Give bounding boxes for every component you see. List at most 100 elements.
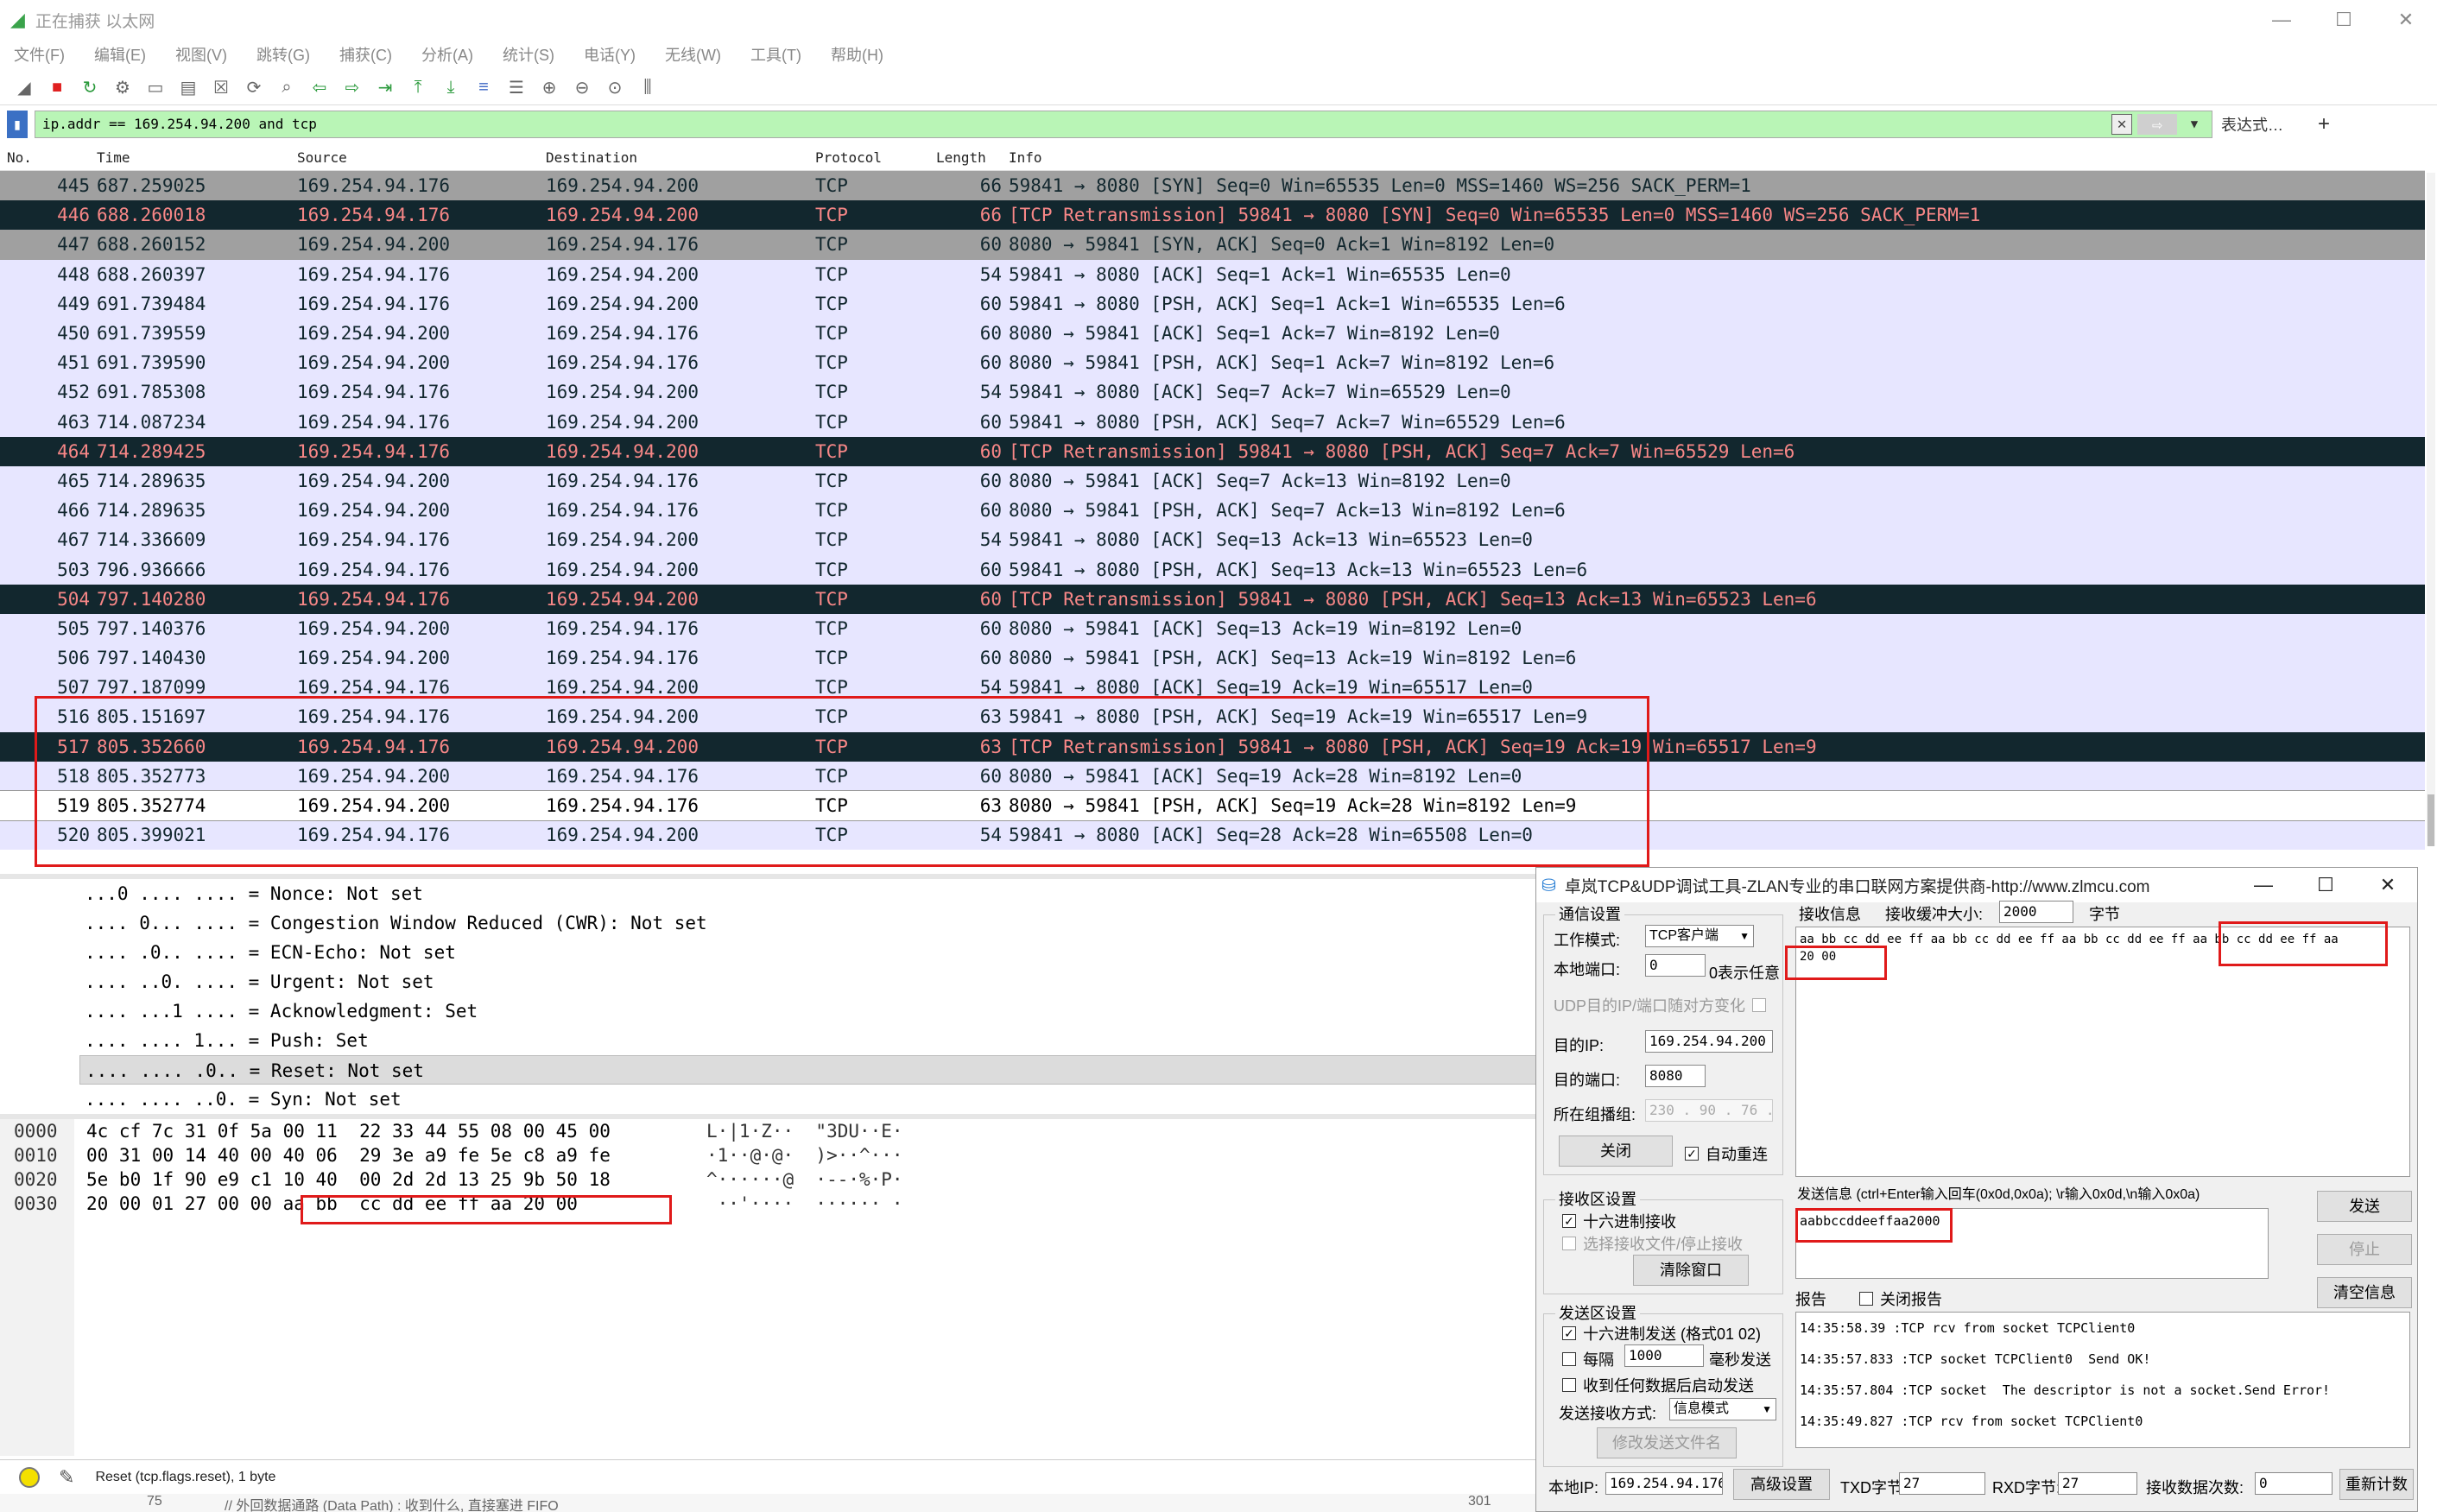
expression-button[interactable]: 表达式… — [2221, 113, 2283, 136]
close-connection-button[interactable]: 关闭 — [1559, 1136, 1673, 1167]
col-no[interactable]: No. — [0, 149, 97, 166]
detail-line[interactable]: .... ..0. .... = Urgent: Not set — [0, 967, 1537, 996]
col-protocol[interactable]: Protocol — [815, 149, 936, 166]
packet-row[interactable]: 520 805.399021 169.254.94.176 169.254.94.20… — [0, 820, 2425, 851]
packet-row[interactable]: 451 691.739590 169.254.94.200 169.254.94.17… — [0, 348, 2425, 378]
go-back-icon[interactable]: ⇦ — [306, 74, 333, 102]
save-file-icon[interactable]: ▤ — [174, 74, 202, 102]
packet-row[interactable]: 452 691.785308 169.254.94.176 169.254.94.20… — [0, 377, 2425, 408]
menu-help[interactable]: 帮助(H) — [831, 43, 883, 66]
interval-input[interactable]: 1000 — [1624, 1344, 1704, 1367]
hex-recv-checkbox[interactable]: ✓ 十六进制接收 — [1562, 1210, 1676, 1232]
display-filter-input[interactable]: ip.addr == 169.254.94.200 and tcp ✕ ⇨ ▼ — [35, 111, 2212, 138]
menu-view[interactable]: 视图(V) — [175, 43, 227, 66]
packet-row[interactable]: 506 797.140430 169.254.94.200 169.254.94.17… — [0, 643, 2425, 674]
hex-send-checkbox[interactable]: ✓ 十六进制发送 (格式01 02) — [1562, 1322, 1761, 1344]
recv-buffer-input[interactable]: 2000 — [1999, 901, 2073, 923]
menu-tools[interactable]: 工具(T) — [750, 43, 801, 66]
menu-edit[interactable]: 编辑(E) — [94, 43, 146, 66]
open-file-icon[interactable]: ▭ — [142, 74, 169, 102]
packet-row[interactable]: 467 714.336609 169.254.94.176 169.254.94.20… — [0, 525, 2425, 555]
bytes-row[interactable]: 0030 20 00 01 27 00 00 aa bb cc dd ee ff… — [0, 1193, 965, 1218]
colorize-icon[interactable]: ☰ — [503, 74, 530, 102]
report-log[interactable]: 14:35:58.39 :TCP rcv from socket TCPClie… — [1795, 1312, 2410, 1448]
edit-comment-icon[interactable]: ✎ — [59, 1466, 74, 1489]
bytes-row[interactable]: 0010 00 31 00 14 40 00 40 06 29 3e a9 fe… — [0, 1145, 965, 1169]
menu-wireless[interactable]: 无线(W) — [665, 43, 721, 66]
go-forward-icon[interactable]: ⇨ — [339, 74, 366, 102]
packet-row[interactable]: 466 714.289635 169.254.94.200 169.254.94.17… — [0, 496, 2425, 526]
expert-info-icon[interactable] — [19, 1466, 40, 1488]
bytes-row[interactable]: 0020 5e b0 1f 90 e9 c1 10 40 00 2d 2d 13… — [0, 1169, 965, 1193]
capture-options-icon[interactable]: ⚙ — [109, 74, 136, 102]
filter-history-icon[interactable]: ▼ — [2184, 114, 2205, 135]
zoom-out-icon[interactable]: ⊖ — [568, 74, 596, 102]
col-source[interactable]: Source — [297, 149, 546, 166]
rxd-input[interactable]: 27 — [2058, 1472, 2137, 1495]
zoom-in-icon[interactable]: ⊕ — [535, 74, 563, 102]
zlan-minimize-button[interactable]: — — [2232, 868, 2295, 902]
packet-list-scrollbar[interactable] — [2427, 173, 2435, 846]
close-file-icon[interactable]: ☒ — [207, 74, 235, 102]
reload-file-icon[interactable]: ⟳ — [240, 74, 268, 102]
recv-count-input[interactable]: 0 — [2255, 1472, 2333, 1495]
menu-file[interactable]: 文件(F) — [14, 43, 65, 66]
col-time[interactable]: Time — [97, 149, 297, 166]
clear-filter-icon[interactable]: ✕ — [2111, 114, 2132, 135]
periodic-send-checkbox[interactable]: 每隔 — [1562, 1348, 1614, 1370]
send-button[interactable]: 发送 — [2317, 1191, 2412, 1222]
packet-row[interactable]: 519 805.352774 169.254.94.200 169.254.94.17… — [0, 789, 2425, 822]
close-report-checkbox[interactable]: 关闭报告 — [1859, 1287, 1942, 1310]
detail-line[interactable]: .... .0.. .... = ECN-Echo: Not set — [0, 938, 1537, 967]
autoscroll-icon[interactable]: ≡ — [470, 74, 497, 102]
detail-line[interactable]: .... ...1 .... = Acknowledgment: Set — [0, 996, 1537, 1026]
col-length[interactable]: Length — [936, 149, 1009, 166]
dest-port-input[interactable]: 8080 — [1645, 1065, 1706, 1087]
clear-info-button[interactable]: 清空信息 — [2317, 1277, 2412, 1308]
txd-input[interactable]: 27 — [1899, 1472, 1985, 1495]
packet-row[interactable]: 503 796.936666 169.254.94.176 169.254.94.20… — [0, 554, 2425, 585]
packet-row[interactable]: 516 805.151697 169.254.94.176 169.254.94.20… — [0, 702, 2425, 732]
resize-columns-icon[interactable]: ⫼ — [634, 74, 661, 102]
work-mode-select[interactable]: TCP客户端 ▼ — [1645, 925, 1754, 947]
zlan-close-button[interactable]: ✕ — [2357, 868, 2417, 902]
detail-line[interactable]: .... .... 1... = Push: Set — [0, 1026, 1537, 1055]
packet-row[interactable]: 449 691.739484 169.254.94.176 169.254.94.20… — [0, 288, 2425, 319]
recv-textarea[interactable]: aa bb cc dd ee ff aa bb cc dd ee ff aa b… — [1795, 927, 2410, 1177]
stop-capture-icon[interactable]: ■ — [43, 74, 71, 102]
close-button[interactable]: ✕ — [2375, 0, 2437, 40]
stop-button[interactable]: 停止 — [2317, 1234, 2412, 1265]
packet-row[interactable]: 448 688.260397 169.254.94.176 169.254.94.20… — [0, 259, 2425, 289]
packet-row[interactable]: 447 688.260152 169.254.94.200 169.254.94.17… — [0, 230, 2425, 260]
zlan-maximize-button[interactable]: ☐ — [2295, 868, 2357, 902]
udp-random-checkbox[interactable]: UDP目的IP/端口随对方变化 — [1554, 994, 1767, 1016]
packet-row[interactable]: 518 805.352773 169.254.94.200 169.254.94.17… — [0, 761, 2425, 791]
packet-row[interactable]: 463 714.087234 169.254.94.176 169.254.94.20… — [0, 407, 2425, 437]
save-file-checkbox[interactable]: 选择接收文件/停止接收 — [1562, 1232, 1743, 1255]
packet-row[interactable]: 445 687.259025 169.254.94.176 169.254.94.20… — [0, 171, 2425, 201]
last-packet-icon[interactable]: ⤓ — [437, 74, 465, 102]
packet-row[interactable]: 517 805.352660 169.254.94.176 169.254.94.20… — [0, 731, 2425, 762]
detail-line[interactable]: .... 0... .... = Congestion Window Reduc… — [0, 908, 1537, 938]
col-info[interactable]: Info — [1009, 149, 2425, 166]
detail-line[interactable]: .... .... ..0. = Syn: Not set — [0, 1085, 1537, 1114]
local-port-input[interactable]: 0 — [1645, 954, 1706, 977]
start-capture-icon[interactable]: ◢ — [10, 74, 38, 102]
restart-capture-icon[interactable]: ↻ — [76, 74, 104, 102]
detail-line-selected[interactable]: .... .... .0.. = Reset: Not set — [79, 1055, 1537, 1085]
menu-go[interactable]: 跳转(G) — [256, 43, 310, 66]
rename-send-file-button[interactable]: 修改发送文件名 — [1597, 1427, 1737, 1458]
dest-ip-input[interactable]: 169.254.94.200 — [1645, 1030, 1773, 1053]
col-destination[interactable]: Destination — [546, 149, 815, 166]
clear-window-button[interactable]: 清除窗口 — [1633, 1255, 1749, 1286]
packet-row[interactable]: 446 688.260018 169.254.94.176 169.254.94.20… — [0, 200, 2425, 231]
packet-row[interactable]: 464 714.289425 169.254.94.176 169.254.94.20… — [0, 436, 2425, 466]
bytes-row[interactable]: 0000 4c cf 7c 31 0f 5a 00 11 22 33 44 55… — [0, 1121, 965, 1145]
multicast-group-input[interactable]: 230 . 90 . 76 . 1 — [1645, 1099, 1773, 1122]
find-packet-icon[interactable]: ⌕ — [273, 74, 301, 102]
menu-statistics[interactable]: 统计(S) — [503, 43, 554, 66]
menu-capture[interactable]: 捕获(C) — [339, 43, 392, 66]
packet-row[interactable]: 507 797.187099 169.254.94.176 169.254.94.20… — [0, 673, 2425, 703]
detail-line[interactable]: ...0 .... .... = Nonce: Not set — [0, 879, 1537, 908]
recount-button[interactable]: 重新计数 — [2339, 1469, 2414, 1500]
